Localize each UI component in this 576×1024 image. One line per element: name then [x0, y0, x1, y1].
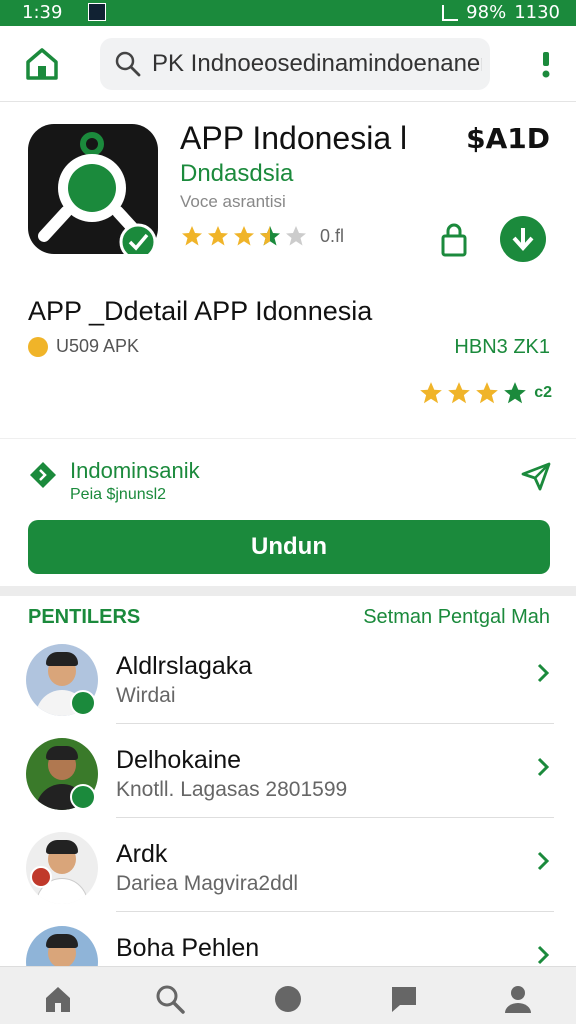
list-item-name: Ardk [116, 840, 168, 868]
app-meta: Voce asrantisi [180, 192, 286, 211]
star-icon [504, 382, 527, 404]
detail-rating: c2 [418, 380, 552, 406]
detail-title: APP _Ddetail APP Idonnesia [28, 296, 373, 326]
lock-icon[interactable] [440, 222, 468, 258]
app-developer[interactable]: Dndasdsia [180, 160, 293, 188]
nav-home-icon[interactable] [42, 983, 74, 1015]
top-bar [0, 26, 576, 102]
search-input[interactable] [152, 50, 482, 78]
chevron-right-icon [537, 851, 550, 871]
avatar-hair [46, 840, 78, 854]
notification-icon [88, 3, 106, 21]
chevron-right-icon [537, 663, 550, 683]
search-bar[interactable] [100, 38, 490, 90]
star-icon [182, 226, 202, 246]
nav-circle-icon[interactable] [272, 983, 304, 1015]
nav-search-icon[interactable] [154, 983, 186, 1015]
rating-count: 0.fl [320, 225, 345, 246]
apk-row: U509 APK [28, 336, 139, 357]
app-price: $A1D [466, 122, 550, 155]
section-link[interactable]: Setman Pentgal Mah [363, 606, 550, 629]
star-half-icon [260, 226, 280, 246]
signal-icon [442, 4, 459, 21]
status-icons: 98% 1130 [442, 2, 560, 23]
status-bar: 1:39 98% 1130 [0, 0, 576, 26]
version-label: HBN3 ZK1 [454, 336, 550, 358]
chevron-right-icon [537, 945, 550, 965]
section-title: PENTILERS [28, 606, 141, 628]
install-button[interactable]: Undun [28, 520, 550, 574]
send-icon[interactable] [520, 460, 552, 492]
star-icon [208, 226, 228, 246]
app-icon [28, 124, 158, 261]
download-icon [512, 228, 534, 251]
divider [0, 438, 576, 439]
verified-badge-icon [30, 866, 52, 888]
nav-person-icon[interactable] [502, 983, 534, 1015]
status-time: 1:39 [22, 2, 63, 23]
publisher-row[interactable]: Indominsanik Peia $jnunsl2 [28, 456, 552, 510]
more-vert-icon[interactable] [540, 50, 552, 80]
list-item-name: Delhokaine [116, 746, 242, 774]
list-item-sub: Wirdai [116, 684, 176, 707]
clock-right: 1130 [514, 2, 560, 23]
app-logo-icon [38, 132, 157, 261]
list-item[interactable]: Aldlrslagaka Wirdai [0, 630, 576, 724]
avatar-hair [46, 652, 78, 666]
star-icon [420, 382, 443, 404]
list-item-name: Aldlrslagaka [116, 652, 253, 680]
verified-badge-icon [70, 784, 96, 810]
app-rating: 0.fl [180, 224, 344, 248]
star-empty-icon [286, 226, 306, 246]
section-divider [0, 586, 576, 596]
list-item-sub: Knotll. Lagasas 2801599 [116, 778, 348, 801]
avatar-hair [46, 934, 78, 948]
publisher-name: Indominsanik [70, 458, 200, 483]
detail-rating-count: c2 [534, 384, 552, 401]
list-item[interactable]: Ardk Dariea Magvira2ddl [0, 818, 576, 912]
publisher-sub: Peia $jnunsl2 [70, 486, 167, 503]
list-item-sub: Dariea Magvira2ddl [116, 872, 299, 895]
publisher-icon [30, 462, 56, 488]
star-icon [448, 382, 471, 404]
avatar-hair [46, 746, 78, 760]
battery-text: 98% [466, 2, 507, 23]
chevron-right-icon [537, 757, 550, 777]
star-icon [476, 382, 499, 404]
search-icon [115, 51, 141, 77]
list-item-name: Boha Pehlen [116, 934, 260, 962]
apk-label: U509 APK [56, 336, 140, 356]
bottom-nav [0, 966, 576, 1024]
star-icon [234, 226, 254, 246]
verified-badge-icon [70, 690, 96, 716]
home-icon[interactable] [22, 44, 62, 84]
nav-chat-icon[interactable] [388, 983, 420, 1015]
download-button[interactable] [500, 216, 546, 262]
list-item[interactable]: Delhokaine Knotll. Lagasas 2801599 [0, 724, 576, 818]
app-title: APP Indonesia l [180, 120, 408, 156]
apk-badge-icon [28, 336, 48, 357]
